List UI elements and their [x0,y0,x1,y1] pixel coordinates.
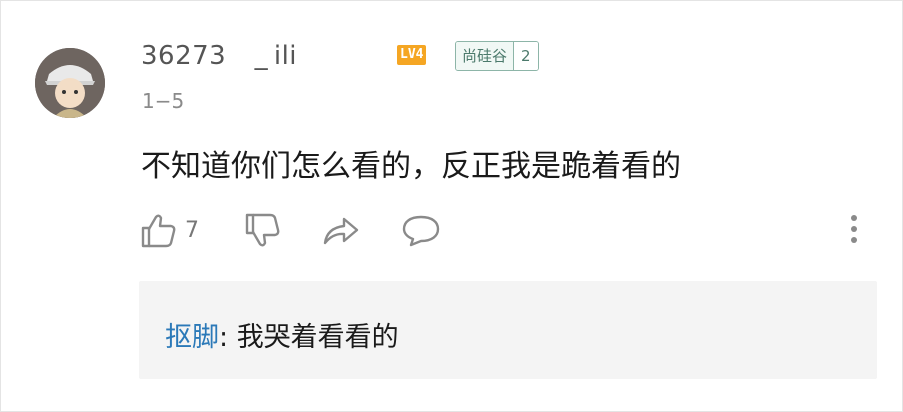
floor-label: 1−5 [142,89,185,113]
share-button[interactable] [321,209,361,251]
medal-name: 尚硅谷 [456,42,515,70]
reply-separator: : [219,322,237,353]
comment-card: 36273 _ ili LV4 尚硅谷 2 1−5 不知道你们怎么看的，反正我是… [0,0,903,412]
thumbs-down-icon [245,213,280,247]
reply-icon [402,215,440,247]
reply-button[interactable] [401,209,441,251]
like-count: 7 [185,217,199,243]
dislike-button[interactable] [243,209,281,251]
reply-text: 我哭着看看的 [236,322,399,353]
reply-username[interactable]: 抠脚 [165,322,219,353]
username[interactable]: 36273 _ ili [141,41,297,71]
more-vertical-icon [851,215,857,243]
reply-line: 抠脚: 我哭着看看的 [165,315,399,354]
medal-level: 2 [514,42,538,70]
like-button[interactable]: 7 [139,209,199,251]
reply-preview[interactable]: 抠脚: 我哭着看看的 [139,281,877,379]
share-icon [323,217,359,245]
comment-text: 不知道你们怎么看的，反正我是跪着看的 [141,149,681,184]
avatar-image [35,48,105,118]
level-badge: LV4 [397,45,427,65]
avatar[interactable] [35,48,105,118]
more-button[interactable] [841,209,867,251]
thumbs-up-icon [141,214,176,248]
fan-medal[interactable]: 尚硅谷 2 [455,41,539,71]
